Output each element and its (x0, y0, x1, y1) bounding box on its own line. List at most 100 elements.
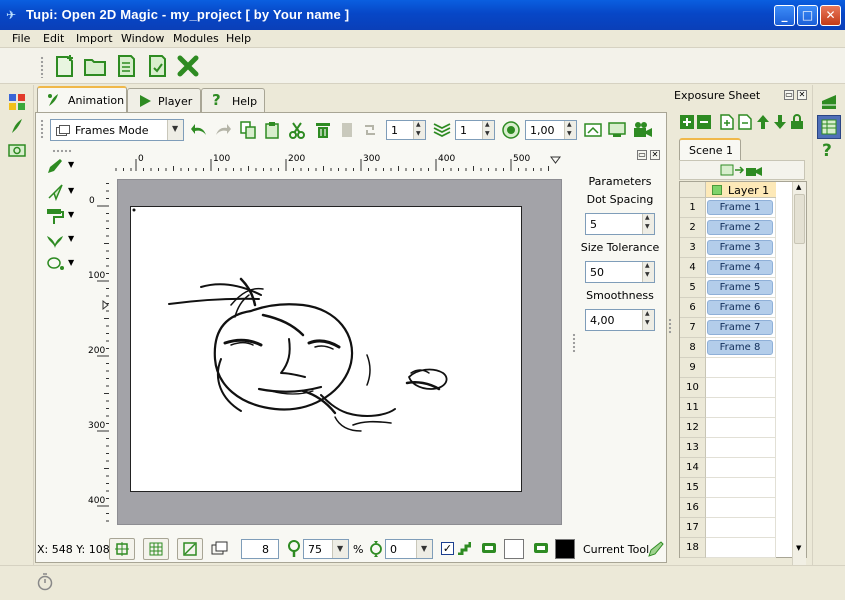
cut-icon[interactable] (288, 121, 306, 139)
canvas-area[interactable] (117, 179, 562, 525)
tab-animation[interactable]: Animation (37, 86, 127, 113)
exposure-scrollbar[interactable]: ▲ ▼ (792, 182, 806, 576)
frame-properties-icon[interactable] (584, 122, 602, 138)
frame-cell[interactable]: Frame 7 (706, 318, 776, 338)
menu-help[interactable]: Help (226, 32, 251, 45)
tab-help[interactable]: ? Help (201, 88, 265, 112)
zoom-icon[interactable] (287, 540, 301, 558)
frame-cell[interactable]: Frame 2 (706, 218, 776, 238)
frame-cell[interactable]: Frame 5 (706, 278, 776, 298)
smoothness-spin[interactable]: 4,00 (585, 309, 655, 331)
pen-color-icon[interactable] (481, 542, 497, 554)
params-splitter[interactable] (572, 333, 576, 353)
table-row[interactable]: 4 Frame 4 (680, 258, 792, 278)
save-as-icon[interactable] (145, 54, 169, 78)
frame-cell[interactable]: Frame 8 (706, 338, 776, 358)
frame-item[interactable]: Frame 7 (707, 320, 773, 335)
frame-cell[interactable] (706, 538, 776, 558)
scroll-up-icon[interactable]: ▲ (796, 183, 801, 191)
layer-header[interactable]: Layer 1 (706, 182, 776, 198)
color-palette-icon[interactable] (8, 93, 26, 111)
lock-icon[interactable] (790, 114, 804, 130)
frame-cell[interactable] (706, 438, 776, 458)
minimize-button[interactable]: _ (774, 5, 795, 26)
scroll-down-icon[interactable]: ▼ (796, 544, 801, 552)
smoothness-arrows[interactable] (642, 310, 654, 330)
help-dock-icon[interactable]: ? (822, 141, 832, 161)
scene-camera-icon[interactable] (720, 163, 764, 177)
table-row[interactable]: 16 (680, 498, 792, 518)
group-icon[interactable] (340, 121, 354, 139)
table-row[interactable]: 7 Frame 7 (680, 318, 792, 338)
exposure-close-button[interactable]: ✕ (797, 90, 807, 100)
table-row[interactable]: 9 (680, 358, 792, 378)
copy-icon[interactable] (240, 121, 256, 139)
opacity-spin-arrows[interactable] (564, 121, 576, 139)
frame-item[interactable]: Frame 5 (707, 280, 773, 295)
zoom-select[interactable]: 75 (303, 539, 349, 559)
frame-item[interactable]: Frame 4 (707, 260, 773, 275)
move-down-icon[interactable] (773, 114, 787, 130)
close-button[interactable]: ✕ (820, 5, 841, 26)
tab-player[interactable]: Player (127, 88, 201, 112)
spin-box-two[interactable]: 1 (455, 120, 495, 140)
display-icon[interactable] (608, 122, 626, 138)
menu-window[interactable]: Window (121, 32, 164, 45)
table-row[interactable]: 8 Frame 8 (680, 338, 792, 358)
onion-skin-icon[interactable] (433, 122, 451, 138)
scroll-thumb[interactable] (794, 194, 805, 244)
frame-cell[interactable] (706, 398, 776, 418)
canvas-close-button[interactable]: ✕ (650, 150, 660, 160)
panel-splitter[interactable] (668, 318, 672, 334)
fill-color-swatch[interactable] (504, 539, 524, 559)
brush-library-icon[interactable] (8, 117, 26, 135)
remove-frame-icon[interactable] (738, 114, 752, 130)
sketch-drawing[interactable] (131, 207, 523, 493)
table-row[interactable]: 1 Frame 1 (680, 198, 792, 218)
undo-icon[interactable] (190, 122, 208, 138)
menu-import[interactable]: Import (76, 32, 113, 45)
insert-layer-icon[interactable] (680, 115, 694, 129)
frame-cell[interactable]: Frame 6 (706, 298, 776, 318)
library-icon[interactable] (8, 141, 26, 159)
remove-layer-icon[interactable] (697, 115, 711, 129)
new-project-icon[interactable] (53, 54, 77, 78)
frame-cell[interactable] (706, 418, 776, 438)
mode-select[interactable]: Frames Mode (50, 119, 184, 141)
safe-area-button[interactable] (109, 538, 135, 560)
rotation-dropdown[interactable] (416, 540, 432, 558)
redo-icon[interactable] (214, 122, 232, 138)
frame-item[interactable]: Frame 1 (707, 200, 773, 215)
frame-cell[interactable]: Frame 4 (706, 258, 776, 278)
table-row[interactable]: 15 (680, 478, 792, 498)
menu-modules[interactable]: Modules (173, 32, 219, 45)
ungroup-icon[interactable] (362, 121, 378, 139)
table-row[interactable]: 11 (680, 398, 792, 418)
frame-cell[interactable] (706, 358, 776, 378)
insert-frame-icon[interactable] (720, 114, 734, 130)
frame-item[interactable]: Frame 6 (707, 300, 773, 315)
frame-cell[interactable] (706, 498, 776, 518)
frame-cell[interactable]: Frame 1 (706, 198, 776, 218)
maximize-button[interactable]: □ (797, 5, 818, 26)
frame-cell[interactable] (706, 518, 776, 538)
canvas-float-button[interactable]: ▭ (637, 150, 647, 160)
table-row[interactable]: 3 Frame 3 (680, 238, 792, 258)
toolbar-grip[interactable] (40, 56, 44, 78)
view-tool[interactable]: ▼ (46, 255, 78, 275)
brush-size-field[interactable]: 8 (241, 539, 279, 559)
frame-cell[interactable] (706, 378, 776, 398)
exposure-sheet-dock-button[interactable] (817, 115, 841, 139)
frame-item[interactable]: Frame 8 (707, 340, 773, 355)
spin-box-one[interactable]: 1 (386, 120, 426, 140)
tab-scene-1[interactable]: Scene 1 (679, 138, 741, 162)
frame-cell[interactable] (706, 478, 776, 498)
exposure-float-button[interactable]: ▭ (784, 90, 794, 100)
menu-edit[interactable]: Edit (43, 32, 64, 45)
table-row[interactable]: 18 (680, 538, 792, 558)
size-tolerance-spin[interactable]: 50 (585, 261, 655, 283)
move-up-icon[interactable] (756, 114, 770, 130)
size-tolerance-arrows[interactable] (642, 262, 654, 282)
table-row[interactable]: 6 Frame 6 (680, 298, 792, 318)
tools-grip[interactable] (52, 149, 72, 153)
